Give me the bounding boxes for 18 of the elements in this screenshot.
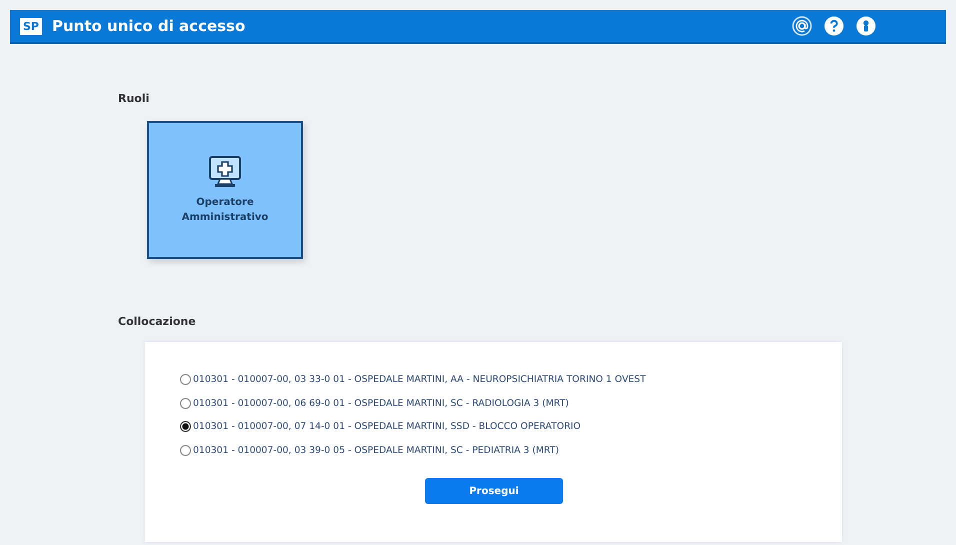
- medical-monitor-icon: [208, 155, 242, 189]
- help-icon[interactable]: [824, 16, 844, 36]
- radio-option[interactable]: 010301 - 010007-00, 06 69-0 01 - OSPEDALE MARTINI, SC - RADIOLOGIA 3 (MRT): [180, 392, 842, 415]
- app-title: Punto unico di accesso: [52, 17, 246, 35]
- radio-button[interactable]: [180, 398, 191, 409]
- radio-option[interactable]: 010301 - 010007-00, 07 14-0 01 - OSPEDALE MARTINI, SSD - BLOCCO OPERATORIO: [180, 415, 842, 438]
- app-logo: SP: [20, 18, 42, 34]
- role-card[interactable]: Operatore Amministrativo: [147, 121, 303, 259]
- radio-option[interactable]: 010301 - 010007-00, 03 39-0 05 - OSPEDALE MARTINI, SC - PEDIATRIA 3 (MRT): [180, 438, 842, 462]
- email-icon[interactable]: [792, 16, 812, 36]
- user-icon[interactable]: [856, 16, 876, 36]
- radio-button[interactable]: [180, 444, 191, 456]
- section-heading: Collocazione: [118, 315, 197, 328]
- continue-button[interactable]: Prosegui: [425, 478, 563, 504]
- radio-button[interactable]: [180, 421, 191, 432]
- section-heading: Ruoli: [118, 92, 150, 105]
- radio-button[interactable]: [180, 374, 191, 386]
- radio-option[interactable]: 010301 - 010007-00, 03 33-0 01 - OSPEDALE MARTINI, AA - NEUROPSICHIATRIA TORINO 1 OVEST: [180, 368, 842, 392]
